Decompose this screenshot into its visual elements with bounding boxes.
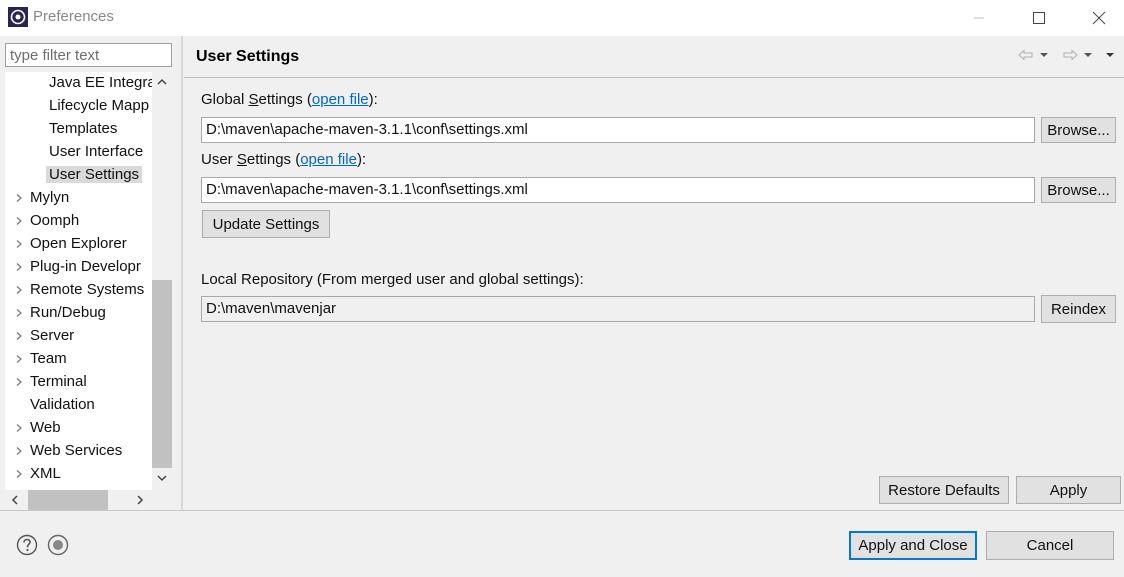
tree-item-label: User Settings <box>46 166 143 183</box>
tree-item[interactable]: User Settings <box>46 164 143 186</box>
tree-item[interactable]: Run/Debug <box>16 302 106 324</box>
update-settings-button[interactable]: Update Settings <box>202 210 330 238</box>
window-title: Preferences <box>33 8 114 25</box>
user-settings-browse-button[interactable]: Browse... <box>1041 177 1116 203</box>
apply-button[interactable]: Apply <box>1016 476 1121 504</box>
global-settings-label: Global Settings (open file): <box>201 91 378 108</box>
expand-chevron-icon[interactable] <box>14 423 24 433</box>
local-repository-label: Local Repository (From merged user and g… <box>201 271 584 288</box>
preference-tree: Java EE Integra Lifecycle Mapp Templates Us… <box>5 72 172 510</box>
tree-item-label: Oomph <box>30 212 80 229</box>
tree-item[interactable]: Plug-in Developr <box>16 256 141 278</box>
tree-item[interactable]: Lifecycle Mapp <box>49 95 149 117</box>
vertical-scrollbar-thumb[interactable] <box>152 280 172 468</box>
expand-chevron-icon[interactable] <box>14 216 24 226</box>
page-navigation <box>1017 45 1121 65</box>
scroll-corner <box>152 490 172 510</box>
eclipse-app-icon <box>8 7 28 27</box>
tree-item-label: Java EE Integra <box>49 74 152 91</box>
import-export-icon[interactable] <box>47 534 69 556</box>
tree-item[interactable]: Templates <box>49 118 117 140</box>
tree-item[interactable]: Oomph <box>16 210 80 232</box>
expand-chevron-icon[interactable] <box>14 285 24 295</box>
close-button[interactable] <box>1076 0 1122 36</box>
horizontal-scrollbar-thumb[interactable] <box>28 490 108 510</box>
scroll-left-button[interactable] <box>5 490 25 510</box>
scroll-up-button[interactable] <box>152 72 172 92</box>
tree-item-label: Validation <box>30 396 95 413</box>
reindex-button[interactable]: Reindex <box>1041 295 1116 323</box>
scroll-down-button[interactable] <box>152 468 172 488</box>
back-arrow-icon[interactable] <box>1017 49 1035 61</box>
scroll-right-button[interactable] <box>130 490 150 510</box>
chevron-down-icon <box>157 475 167 482</box>
apply-and-close-button[interactable]: Apply and Close <box>849 531 977 560</box>
expand-chevron-icon[interactable] <box>14 239 24 249</box>
tree-item[interactable]: Open Explorer <box>16 233 127 255</box>
tree-item[interactable]: Remote Systems <box>16 279 145 301</box>
close-icon <box>1092 11 1106 25</box>
tree-item-label: XML <box>30 465 61 482</box>
restore-defaults-button[interactable]: Restore Defaults <box>879 476 1009 504</box>
tree-item-label: User Interface <box>49 143 144 160</box>
expand-chevron-icon[interactable] <box>14 377 24 387</box>
title-separator <box>184 77 1124 78</box>
expand-chevron-icon[interactable] <box>14 193 24 203</box>
expand-chevron-icon[interactable] <box>14 469 24 479</box>
tree-item[interactable]: Web <box>16 417 61 439</box>
panel-sash[interactable] <box>181 36 183 510</box>
tree-item-label: Remote Systems <box>30 281 145 298</box>
tree-item-label: Web Services <box>30 442 123 459</box>
filter-input[interactable] <box>5 43 172 67</box>
user-settings-input[interactable]: D:\maven\apache-maven-3.1.1\conf\setting… <box>201 177 1035 203</box>
tree-item-label: Terminal <box>30 373 87 390</box>
tree-item[interactable]: Terminal <box>16 371 87 393</box>
maximize-icon <box>1033 12 1045 24</box>
global-settings-open-file-link[interactable]: open file <box>312 91 369 108</box>
expand-chevron-icon[interactable] <box>14 354 24 364</box>
cancel-button[interactable]: Cancel <box>986 531 1114 560</box>
page-title: User Settings <box>196 48 300 65</box>
tree-item-label: Run/Debug <box>30 304 106 321</box>
tree-item[interactable]: Mylyn <box>16 187 70 209</box>
back-history-dropdown-icon[interactable] <box>1037 52 1051 58</box>
chevron-left-icon <box>11 495 18 505</box>
tree-item-label: Mylyn <box>30 189 70 206</box>
minimize-icon <box>974 17 984 19</box>
expand-chevron-icon[interactable] <box>14 446 24 456</box>
minimize-button[interactable] <box>956 0 1002 36</box>
tree-item-label: Plug-in Developr <box>30 258 141 275</box>
tree-item[interactable]: Web Services <box>16 440 123 462</box>
user-settings-label: User Settings (open file): <box>201 151 367 168</box>
bottom-separator <box>0 510 1124 511</box>
help-icon[interactable] <box>16 534 38 556</box>
tree-item-label: Server <box>30 327 75 344</box>
tree-item[interactable]: Team <box>16 348 67 370</box>
forward-arrow-icon[interactable] <box>1061 49 1079 61</box>
tree-item[interactable]: Java EE Integra <box>49 72 152 94</box>
expand-chevron-icon[interactable] <box>14 308 24 318</box>
maximize-button[interactable] <box>1016 0 1062 36</box>
tree-item[interactable]: XML <box>16 463 61 485</box>
view-menu-icon[interactable] <box>1103 52 1117 58</box>
chevron-right-icon <box>137 495 144 505</box>
tree-item-label: Web <box>30 419 61 436</box>
tree-list: Java EE Integra Lifecycle Mapp Templates Us… <box>5 72 152 490</box>
user-settings-open-file-link[interactable]: open file <box>300 151 357 168</box>
tree-item[interactable]: Server <box>16 325 75 347</box>
chevron-up-icon <box>157 78 167 85</box>
tree-item-label: Templates <box>49 120 118 137</box>
expand-chevron-icon[interactable] <box>14 331 24 341</box>
expand-chevron-icon[interactable] <box>14 262 24 272</box>
tree-item[interactable]: Validation <box>30 394 95 416</box>
tree-item-label: Team <box>30 350 67 367</box>
local-repository-field: D:\maven\mavenjar <box>201 296 1035 322</box>
tree-item[interactable]: User Interface <box>49 141 143 163</box>
forward-history-dropdown-icon[interactable] <box>1081 52 1095 58</box>
tree-item-label: Open Explorer <box>30 235 127 252</box>
global-settings-browse-button[interactable]: Browse... <box>1041 117 1116 143</box>
tree-item-label: Lifecycle Mapp <box>49 97 150 114</box>
global-settings-input[interactable]: D:\maven\apache-maven-3.1.1\conf\setting… <box>201 117 1035 143</box>
